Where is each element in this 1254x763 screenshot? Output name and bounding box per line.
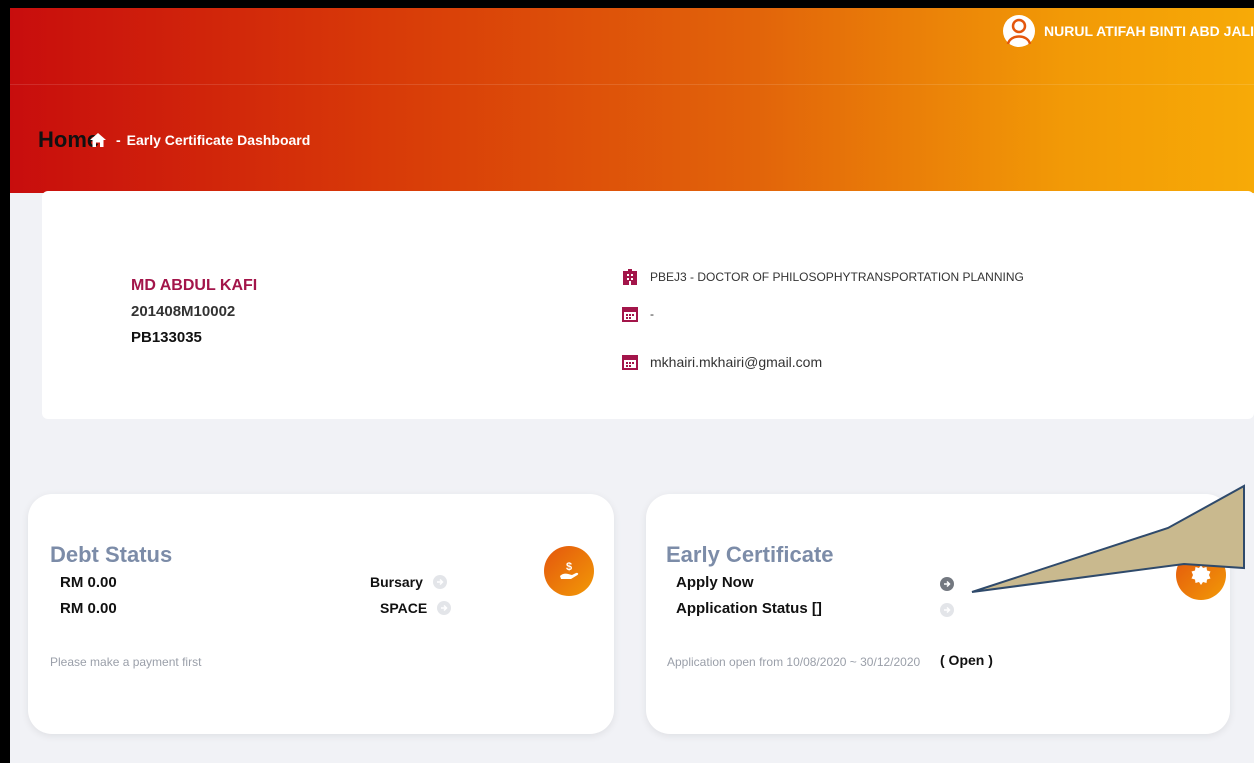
callout-annotation [971,484,1245,593]
app-window: NURUL ATIFAH BINTI ABD JALIL Home - Earl… [10,8,1254,763]
